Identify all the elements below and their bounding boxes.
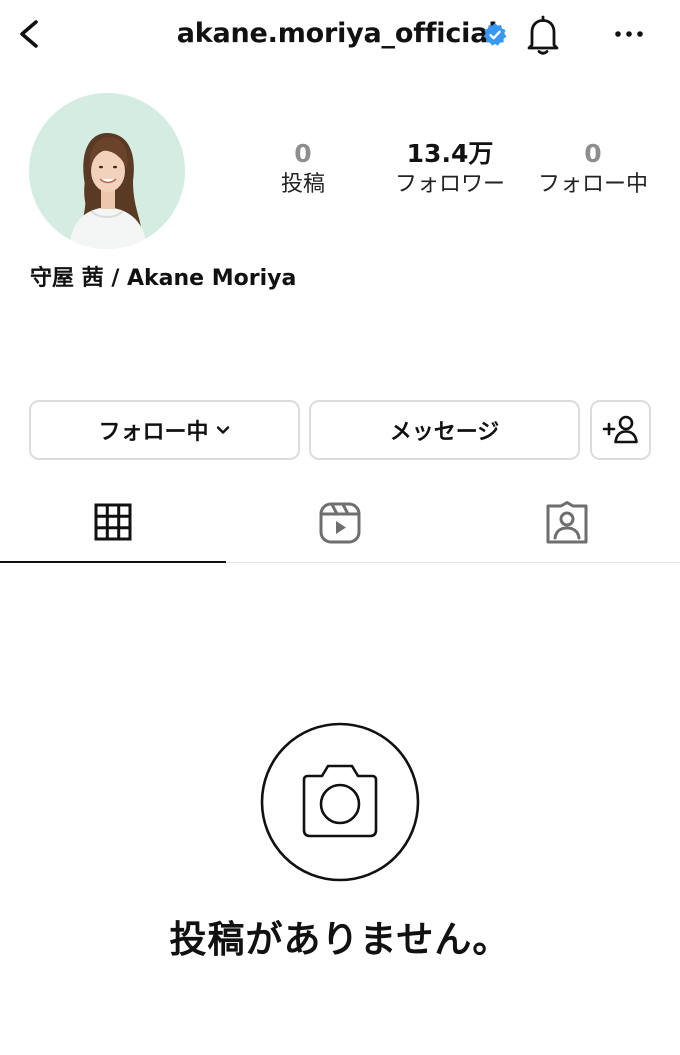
following-button[interactable]: フォロー中 [29,400,300,460]
message-button-label: メッセージ [389,420,500,445]
followers-stat[interactable]: 13.4万 フォロワー [380,138,520,200]
tagged-icon [546,501,588,544]
followers-label: フォロワー [394,172,505,197]
verified-badge-icon [482,22,508,48]
empty-state-icon [260,722,420,882]
grid-icon [94,503,132,541]
suggested-users-button[interactable] [590,400,651,460]
profile-username: akane.moriya_official [176,18,498,49]
posts-label: 投稿 [280,172,325,197]
posts-stat: 0 投稿 [263,138,343,200]
add-user-icon [602,415,638,444]
tab-grid[interactable] [83,500,143,546]
profile-display-name: 守屋 茜 / Akane Moriya [30,266,297,291]
tab-tagged[interactable] [537,500,597,546]
more-options-button[interactable] [606,14,652,54]
tab-reels[interactable] [310,500,370,546]
tab-active-indicator [0,561,226,563]
bell-icon [527,15,559,55]
profile-avatar[interactable] [29,93,185,249]
reels-icon [319,502,361,544]
following-stat: 0 フォロー中 [530,138,656,200]
header-title-wrap: akane.moriya_official [0,14,680,54]
posts-count: 0 [294,139,312,168]
following-button-label: フォロー中 [98,420,209,445]
message-button[interactable]: メッセージ [309,400,580,460]
following-count: 0 [584,139,602,168]
more-horizontal-icon [615,31,643,37]
followers-count: 13.4万 [406,139,494,168]
empty-state-text: 投稿がありません。 [169,918,511,961]
chevron-down-icon [216,426,229,434]
following-label: フォロー中 [537,172,648,197]
camera-icon [260,722,420,882]
notifications-button[interactable] [520,12,566,58]
avatar-photo [29,93,185,249]
